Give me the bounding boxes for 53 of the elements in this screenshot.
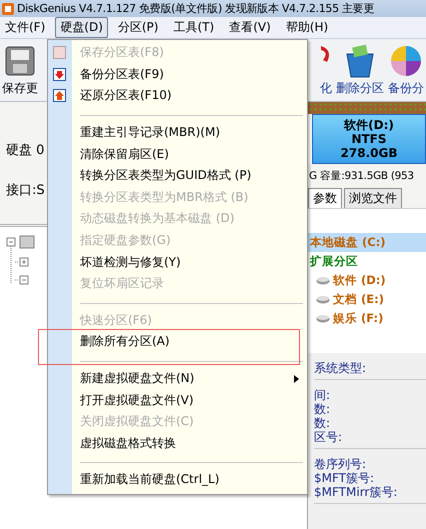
drive-icon [316, 295, 330, 304]
partition-row[interactable]: 娱乐 (F:) [308, 309, 426, 328]
toolbar-button[interactable]: 删除分区 [334, 42, 386, 101]
field-label: 数: [314, 416, 332, 430]
field-label: 数: [314, 402, 332, 416]
field-label: 区号: [314, 430, 344, 444]
menu-item[interactable]: 还原分区表(F10) [48, 85, 307, 107]
tab[interactable]: 浏览文件 [344, 188, 402, 208]
menu-item[interactable]: 转换分区表类型为GUID格式 (P) [48, 164, 307, 187]
down-arrow-icon [53, 68, 66, 81]
menu-item[interactable]: 重新加载当前硬盘(Ctrl_L) [48, 469, 307, 491]
curved-arrow-icon [321, 46, 331, 62]
field-label: $MFTMirr簇号: [314, 485, 398, 499]
pie-chart-icon [389, 44, 423, 78]
menu-item[interactable]: 查看(V) [224, 17, 276, 38]
partition-block[interactable]: 软件(D:) NTFS 278.0GB [312, 114, 426, 164]
menu-item[interactable]: 新建虚拟硬盘文件(N) [48, 368, 307, 390]
tab[interactable]: 参数 [308, 188, 342, 208]
toolbar-button[interactable]: 备份分 [386, 42, 426, 101]
menu-item[interactable]: 重建主引导记录(MBR)(M) [48, 122, 307, 144]
file-system: NTFS [351, 132, 387, 146]
disk-label: 硬盘 0 [6, 142, 44, 159]
field-label: 间: [314, 388, 332, 402]
table-icon [53, 46, 66, 59]
menu-item[interactable]: 虚拟磁盘格式转换 [48, 432, 307, 454]
toolbar-button[interactable]: 保存更 [0, 42, 40, 101]
field-label: 系统类型: [314, 361, 368, 375]
up-arrow-icon [53, 89, 66, 102]
save-icon [3, 44, 37, 78]
menu-item[interactable]: 打开虚拟硬盘文件(V) [48, 389, 307, 411]
menu-item[interactable]: 删除所有分区(A) [48, 331, 307, 353]
partition-row[interactable]: 扩展分区 [308, 252, 426, 271]
window-title: DiskGenius V4.7.1.127 免费版(单文件版) 发现新版本 V4.7.2.155 主要更 [17, 1, 374, 16]
capacity-text: G 容量:931.5GB (953 [309, 169, 414, 183]
partition-size: 278.0GB [340, 146, 398, 160]
menu-item[interactable]: 硬盘(D) [55, 17, 108, 38]
drive-icon [316, 314, 330, 323]
partition-row[interactable]: 软件 (D:) [308, 271, 426, 290]
drive-icon [316, 276, 330, 285]
menu-item[interactable]: 分区(P) [112, 17, 164, 38]
menu-item[interactable]: 备份分区表(F9) [48, 64, 307, 86]
field-label: $MFT簇号: [314, 471, 376, 485]
menu-item[interactable]: 帮助(H) [280, 17, 334, 38]
menu-item[interactable]: 文件(F) [0, 17, 50, 38]
partition-name: 软件(D:) [344, 118, 394, 132]
app-logo-icon [2, 2, 14, 14]
menu-item[interactable]: 坏道检测与修复(Y) [48, 251, 307, 273]
toolbar-button[interactable]: 化 [318, 44, 334, 101]
menu-item[interactable]: 清除保留扇区(E) [48, 143, 307, 165]
partition-row[interactable]: 文档 (E:) [308, 290, 426, 309]
menu-item[interactable]: 工具(T) [168, 17, 220, 38]
field-label: 卷序列号: [314, 457, 368, 471]
interface-label: 接口:S [6, 182, 45, 199]
